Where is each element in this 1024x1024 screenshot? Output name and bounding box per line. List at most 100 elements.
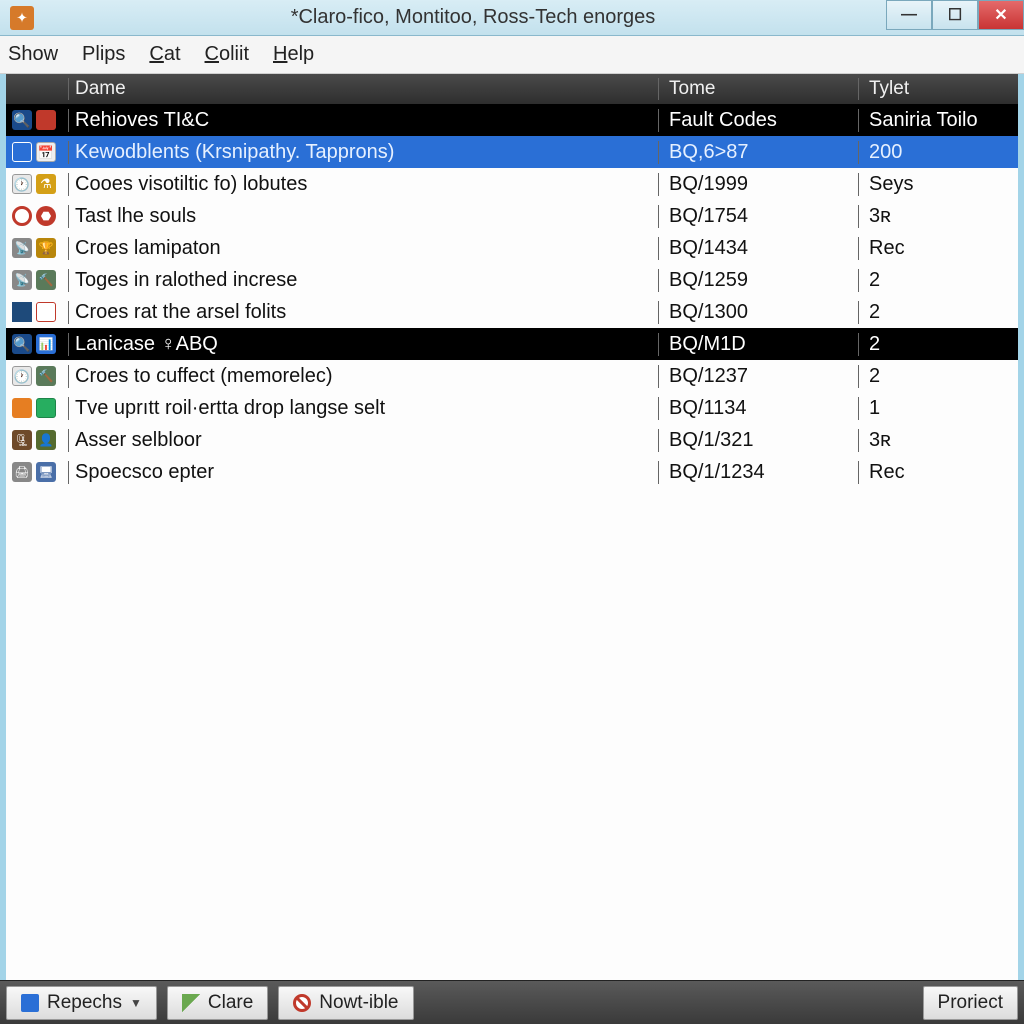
- row-icons: [6, 174, 68, 194]
- table-row[interactable]: Lanicase ♀ABQBQ/M1D2: [6, 328, 1018, 360]
- clare-button[interactable]: Clare: [167, 986, 268, 1020]
- menu-coliit[interactable]: Coliit: [205, 43, 249, 66]
- row-tylet: 2: [858, 269, 1018, 292]
- table-row[interactable]: Cooes visotiltic fo) lobutesBQ/1999Seys: [6, 168, 1018, 200]
- table-row[interactable]: Tast lhe soulsBQ/17543ʀ: [6, 200, 1018, 232]
- bluebar-icon: [12, 302, 32, 322]
- col-name-header[interactable]: Dame: [68, 78, 658, 100]
- row-name: Kewodblents (Krsnipathy. Tapprons): [68, 141, 658, 164]
- row-tome: BQ/1434: [658, 237, 858, 260]
- ant-icon: [12, 238, 32, 258]
- row-tylet: 200: [858, 141, 1018, 164]
- green-icon: [36, 398, 56, 418]
- row-tome: BQ/1237: [658, 365, 858, 388]
- clare-icon: [182, 994, 200, 1012]
- row-tome: BQ/1754: [658, 205, 858, 228]
- app-icon: [10, 6, 34, 30]
- row-icons: [6, 302, 68, 322]
- redbox-icon: [36, 110, 56, 130]
- shovel-icon: [36, 366, 56, 386]
- maximize-button[interactable]: ☐: [932, 0, 978, 30]
- row-tylet: 2: [858, 333, 1018, 356]
- nowtible-label: Nowt-ible: [319, 992, 398, 1014]
- menubar: Show Plips Cat Coliit Help: [0, 36, 1024, 74]
- row-tylet: Rec: [858, 461, 1018, 484]
- menu-help[interactable]: Help: [273, 43, 314, 66]
- table-row[interactable]: Toges in ralothed increseBQ/12592: [6, 264, 1018, 296]
- row-tylet: 3ʀ: [858, 429, 1018, 452]
- table-row[interactable]: Croes to cuffect (memorelec)BQ/12372: [6, 360, 1018, 392]
- cal-icon: [36, 142, 56, 162]
- row-name: Asser selbloor: [68, 429, 658, 452]
- table-row[interactable]: Kewodblents (Krsnipathy. Tapprons)BQ,6>8…: [6, 136, 1018, 168]
- chart-icon: [36, 334, 56, 354]
- clock-icon: [12, 174, 32, 194]
- row-tome: BQ/1259: [658, 269, 858, 292]
- clare-label: Clare: [208, 992, 253, 1014]
- row-tome: BQ/1/1234: [658, 461, 858, 484]
- window-title: *Claro-fico, Montitoo, Ross-Tech enorges: [42, 6, 1024, 29]
- row-icons: [6, 238, 68, 258]
- row-name: Cooes visotiltic fo) lobutes: [68, 173, 658, 196]
- repechs-label: Repechs: [47, 992, 122, 1014]
- whitebox-icon: [36, 302, 56, 322]
- app-window: *Claro-fico, Montitoo, Ross-Tech enorges…: [0, 0, 1024, 1024]
- menu-show[interactable]: Show: [8, 43, 58, 66]
- row-tome: Fault Codes: [658, 109, 858, 132]
- row-name: Croes rat the arsel folits: [68, 301, 658, 324]
- repechs-icon: [21, 994, 39, 1012]
- repechs-button[interactable]: Repechs ▼: [6, 986, 157, 1020]
- row-icons: [6, 430, 68, 450]
- row-tylet: 2: [858, 301, 1018, 324]
- row-tome: BQ/1999: [658, 173, 858, 196]
- row-icons: [6, 270, 68, 290]
- row-icons: [6, 366, 68, 386]
- magnify-icon: [12, 334, 32, 354]
- window-controls: — ☐ ✕: [886, 0, 1024, 30]
- row-tylet: 2: [858, 365, 1018, 388]
- table-row[interactable]: Croes lamipatonBQ/1434Rec: [6, 232, 1018, 264]
- row-name: Spoecsco epter: [68, 461, 658, 484]
- row-tome: BQ,6>87: [658, 141, 858, 164]
- blue-icon: [12, 142, 32, 162]
- trophy-icon: [36, 238, 56, 258]
- row-icons: [6, 206, 68, 226]
- table-row[interactable]: Asser selbloorBQ/1/3213ʀ: [6, 424, 1018, 456]
- table-row[interactable]: Spoecsco epterBQ/1/1234Rec: [6, 456, 1018, 488]
- data-table: Dame Tome Tylet Rehioves TI&CFault Codes…: [6, 74, 1018, 488]
- menu-plips[interactable]: Plips: [82, 43, 125, 66]
- row-tylet: Seys: [858, 173, 1018, 196]
- stop-icon: [36, 206, 56, 226]
- close-button[interactable]: ✕: [978, 0, 1024, 30]
- nowtible-button[interactable]: Nowt-ible: [278, 986, 413, 1020]
- clock-icon: [12, 366, 32, 386]
- person-icon: [36, 430, 56, 450]
- row-name: Lanicase ♀ABQ: [68, 333, 658, 356]
- minimize-button[interactable]: —: [886, 0, 932, 30]
- row-name: Tve uprıtt roil·ertta drop langse selt: [68, 397, 658, 420]
- table-row[interactable]: Rehioves TI&CFault CodesSaniria Toilo: [6, 104, 1018, 136]
- content-area: Dame Tome Tylet Rehioves TI&CFault Codes…: [0, 74, 1024, 980]
- row-name: Croes lamipaton: [68, 237, 658, 260]
- menu-cat[interactable]: Cat: [149, 43, 180, 66]
- row-tome: BQ/1/321: [658, 429, 858, 452]
- row-name: Rehioves TI&C: [68, 109, 658, 132]
- row-icons: [6, 462, 68, 482]
- col-tylet-header[interactable]: Tylet: [858, 78, 1018, 100]
- row-icons: [6, 398, 68, 418]
- row-tome: BQ/1134: [658, 397, 858, 420]
- table-row[interactable]: Tve uprıtt roil·ertta drop langse seltBQ…: [6, 392, 1018, 424]
- orange-icon: [12, 398, 32, 418]
- row-icons: [6, 334, 68, 354]
- flask-icon: [36, 174, 56, 194]
- table-row[interactable]: Croes rat the arsel folitsBQ/13002: [6, 296, 1018, 328]
- project-button[interactable]: Proriect: [923, 986, 1018, 1020]
- row-tome: BQ/M1D: [658, 333, 858, 356]
- nowtible-icon: [293, 994, 311, 1012]
- row-tylet: 3ʀ: [858, 205, 1018, 228]
- magnify-icon: [12, 110, 32, 130]
- monitor-icon: [36, 462, 56, 482]
- shovel-icon: [36, 270, 56, 290]
- col-tome-header[interactable]: Tome: [658, 78, 858, 100]
- row-tylet: Rec: [858, 237, 1018, 260]
